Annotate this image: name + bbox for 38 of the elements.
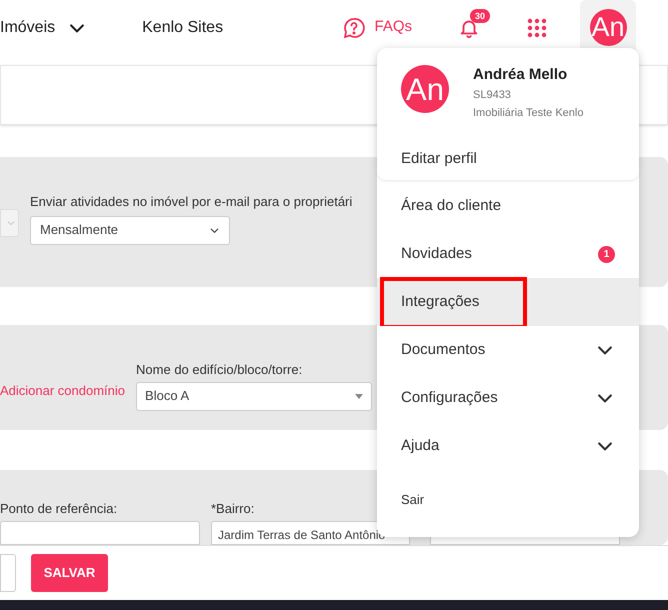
company-name: Imobiliária Teste Kenlo bbox=[473, 106, 584, 121]
menu-item[interactable]: Sair bbox=[377, 476, 639, 524]
user-code: SL9433 bbox=[473, 88, 512, 103]
field-label: Enviar atividades no imóvel por e-mail para o proprietári bbox=[30, 193, 352, 211]
select-field[interactable] bbox=[0, 209, 19, 237]
menu-item[interactable]: Integrações bbox=[377, 278, 639, 326]
select-field[interactable]: Mensalmente bbox=[30, 216, 230, 244]
menu-item[interactable]: Novidades 1 bbox=[377, 230, 639, 278]
avatar: An bbox=[590, 9, 626, 46]
menu-item-label: Documentos bbox=[401, 340, 486, 360]
menu-item-label: Integrações bbox=[401, 292, 480, 312]
notification-badge: 30 bbox=[470, 8, 490, 22]
menu-item-label: Área do cliente bbox=[401, 196, 502, 216]
save-button[interactable]: SALVAR bbox=[31, 554, 108, 592]
menu-item[interactable]: Área do cliente bbox=[377, 182, 639, 230]
nav-link[interactable]: Kenlo Sites bbox=[142, 16, 224, 40]
help-icon bbox=[342, 16, 366, 40]
faq-link[interactable]: FAQs bbox=[342, 16, 412, 40]
menu-item-label: Novidades bbox=[401, 244, 472, 264]
input-field[interactable] bbox=[0, 521, 200, 545]
edit-profile-link[interactable]: Editar perfil bbox=[401, 148, 615, 170]
field-label: Nome do edifício/bloco/torre: bbox=[136, 361, 304, 379]
menu-item[interactable]: Configurações bbox=[377, 374, 639, 422]
cancel-button[interactable] bbox=[0, 554, 16, 592]
select-field[interactable]: Bloco A bbox=[136, 382, 372, 410]
nav-menu-item[interactable]: Imóveis bbox=[0, 16, 88, 40]
chevron-down-icon bbox=[6, 218, 16, 228]
count-badge: 1 bbox=[598, 246, 615, 262]
menu-item-label: Sair bbox=[401, 491, 424, 510]
avatar: An bbox=[401, 65, 449, 113]
menu-item-label: Ajuda bbox=[401, 436, 440, 456]
dropdown-arrow-icon bbox=[355, 394, 364, 398]
apps-grid-icon[interactable] bbox=[527, 18, 547, 38]
menu-item[interactable]: Ajuda bbox=[377, 422, 639, 470]
user-name: Andréa Mello bbox=[473, 65, 568, 85]
field-label: Ponto de referência: bbox=[0, 500, 118, 518]
menu-item-label: Configurações bbox=[401, 388, 498, 408]
menu-item[interactable]: Documentos bbox=[377, 326, 639, 374]
